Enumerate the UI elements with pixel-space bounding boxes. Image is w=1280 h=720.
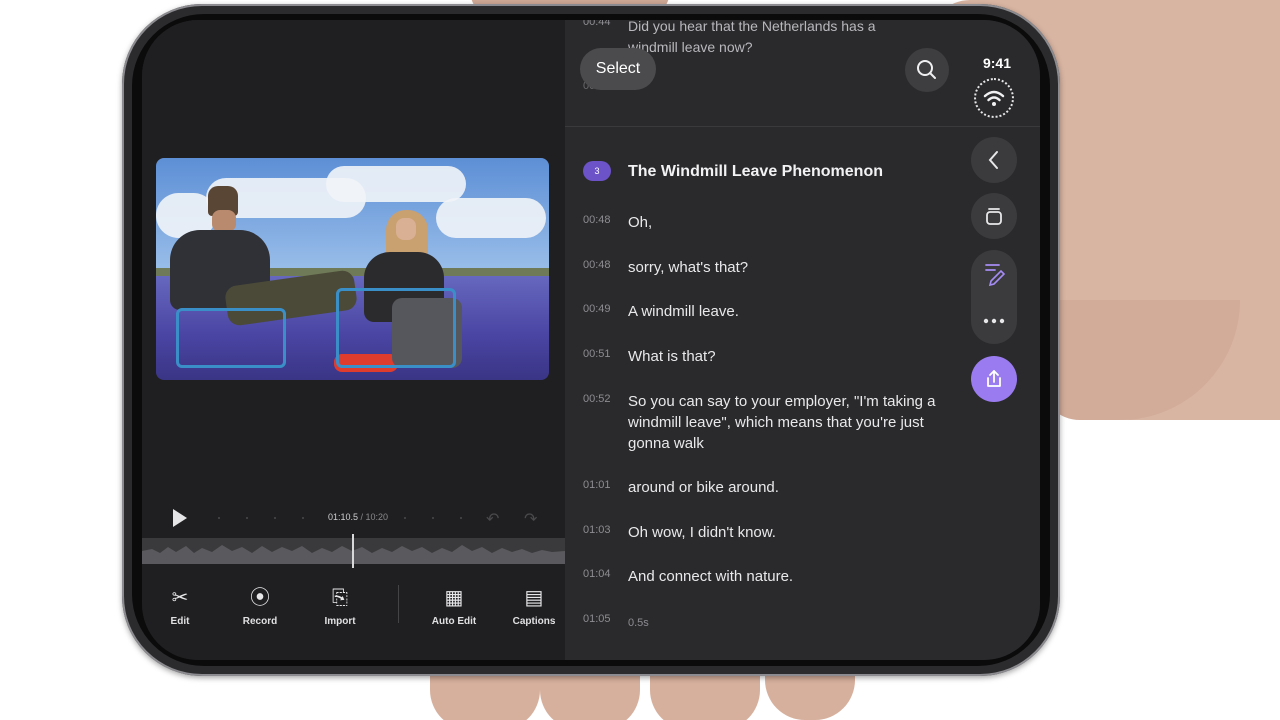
tool-label: Import (324, 616, 356, 627)
line-timestamp: 00:48 (583, 214, 611, 226)
timeline-dot (404, 517, 406, 519)
auto-edit-icon: ▦ (444, 587, 464, 609)
more-icon[interactable] (971, 298, 1017, 344)
auto-edit-tool-button[interactable]: ▦ Auto Edit (424, 585, 484, 627)
timeline-dot (218, 517, 220, 519)
line-text: So you can say to your employer, "I'm ta… (628, 393, 936, 452)
transcript-panel (565, 20, 1040, 660)
line-text: And connect with nature. (628, 568, 794, 585)
man-face (212, 210, 236, 232)
timeline-dot (460, 517, 462, 519)
play-button[interactable] (173, 509, 187, 527)
camp-chair (176, 308, 286, 368)
video-preview[interactable] (156, 158, 549, 380)
line-timestamp: 01:05 (583, 613, 611, 625)
line-text: sorry, what's that? (628, 259, 749, 276)
line-text: Oh wow, I didn't know. (628, 524, 776, 541)
line-timestamp: 01:01 (583, 479, 611, 491)
playback-timecode: 01:10.5 / 10:20 (318, 512, 398, 522)
share-icon (987, 370, 1001, 387)
search-button[interactable] (905, 48, 949, 92)
status-time: 9:41 (982, 55, 1012, 71)
captions-tool-button[interactable]: ▤ Captions (504, 585, 564, 627)
tool-label: Record (242, 616, 278, 627)
line-timestamp: 00:49 (583, 303, 611, 315)
scissors-icon: ✂ (171, 587, 189, 609)
line-timestamp: 00:51 (583, 348, 611, 360)
toolbar-divider (398, 585, 399, 623)
tool-pill (971, 250, 1017, 344)
tool-label: Captions (512, 616, 556, 627)
chapter-title[interactable]: The Windmill Leave Phenomenon (628, 163, 883, 181)
line-text: A windmill leave. (628, 303, 739, 320)
timeline-dot (432, 517, 434, 519)
cloud (326, 166, 466, 202)
current-time: 01:10.5 (327, 512, 358, 522)
redo-icon[interactable]: ↷ (524, 509, 537, 529)
time-separator: / (357, 512, 366, 522)
timeline-dot (246, 517, 248, 519)
line-text: around or bike around. (628, 479, 779, 496)
captions-icon: ▤ (524, 587, 544, 609)
faded-transcript-line: Did you hear that the Netherlands has a … (628, 20, 876, 55)
playhead[interactable] (352, 534, 354, 568)
line-timestamp: 00:48 (583, 259, 611, 271)
woman-face (396, 218, 416, 240)
undo-icon[interactable]: ↶ (486, 509, 499, 529)
chevron-left-icon (988, 151, 998, 169)
text-edit-icon[interactable] (971, 250, 1017, 296)
header-divider (565, 126, 1040, 127)
line-timestamp: 01:04 (583, 568, 611, 580)
app-screen: 01:10.5 / 10:20 ↶ ↷ ✂ Edit ⦿ Record ⎘ Im… (142, 20, 1040, 660)
timeline-dot (302, 517, 304, 519)
tool-label: Edit (170, 616, 190, 627)
back-button[interactable] (971, 137, 1017, 183)
timeline-dot (274, 517, 276, 519)
search-icon (917, 60, 936, 79)
wifi-icon (974, 78, 1014, 118)
line-timestamp: 00:52 (583, 393, 611, 405)
camp-chair (336, 288, 456, 368)
layers-icon (986, 208, 1002, 225)
import-tool-button[interactable]: ⎘ Import (310, 585, 370, 627)
line-text: What is that? (628, 348, 716, 365)
cloud (436, 198, 546, 238)
line-text: Oh, (628, 214, 653, 231)
import-icon: ⎘ (332, 587, 348, 609)
total-time: 10:20 (365, 512, 389, 522)
line-timestamp: 01:03 (583, 524, 611, 536)
export-button[interactable] (971, 356, 1017, 402)
tool-label: Auto Edit (431, 616, 477, 627)
chapter-number-badge: 3 (583, 161, 611, 181)
edit-tool-button[interactable]: ✂ Edit (150, 585, 210, 627)
faded-timestamp: 00:44 (583, 20, 611, 28)
pause-duration: 0.5s (628, 617, 649, 629)
layers-button[interactable] (971, 193, 1017, 239)
select-button[interactable]: Select (580, 48, 656, 90)
wifi-glyph (983, 90, 1005, 106)
record-tool-button[interactable]: ⦿ Record (230, 585, 290, 627)
record-icon: ⦿ (250, 587, 270, 609)
